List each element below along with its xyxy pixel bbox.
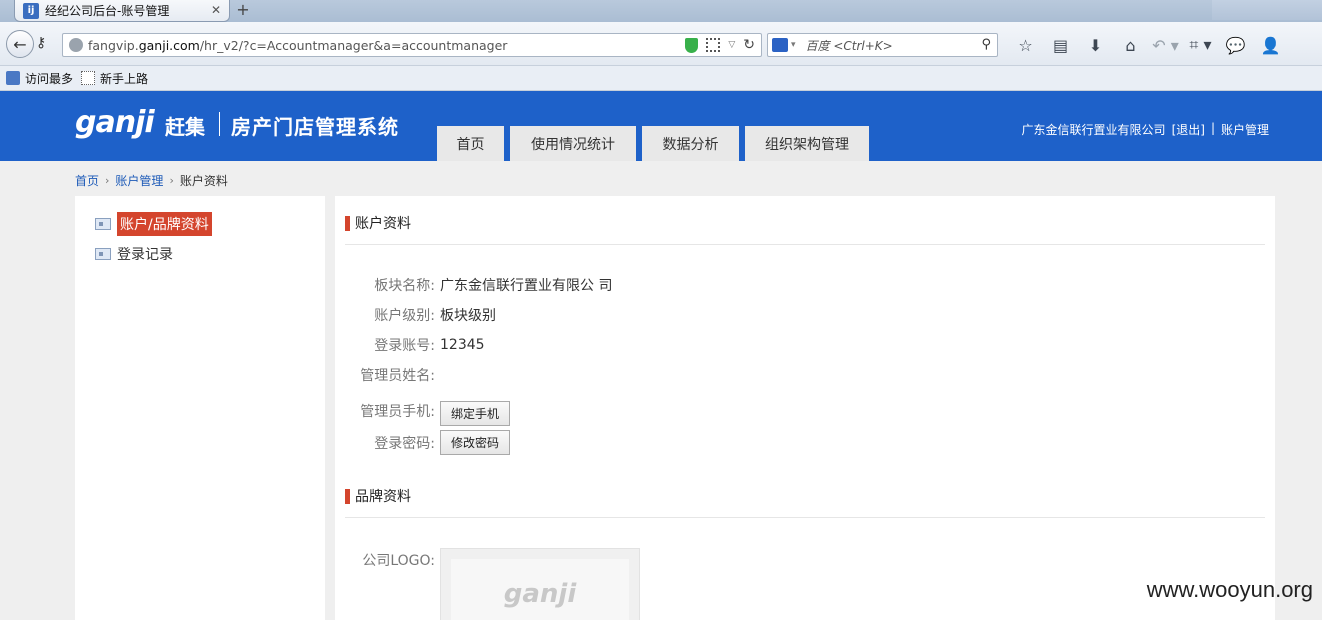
breadcrumb-separator: › [169, 174, 174, 187]
tab-home[interactable]: 首页 [437, 126, 504, 161]
sidebar-item-label: 登录记录 [117, 247, 173, 263]
user-icon[interactable]: 👤 [1253, 35, 1288, 55]
browser-tab-strip: ij 经纪公司后台-账号管理 ✕ + [0, 0, 1322, 22]
bookmarks-bar: 访问最多 新手上路 [0, 66, 1322, 91]
field-label: 公司LOGO: [362, 553, 435, 569]
new-tab-button[interactable]: + [236, 1, 250, 19]
window-controls-area [1212, 0, 1322, 20]
account-management-link[interactable]: 账户管理 [1221, 121, 1269, 138]
account-section-title: 账户资料 [345, 213, 411, 233]
logout-link[interactable]: [退出] [1172, 121, 1205, 138]
id-card-icon [95, 218, 111, 230]
search-bar[interactable]: ▾ 百度 <Ctrl+K> ⚲ [767, 33, 998, 57]
shield-icon[interactable] [685, 37, 699, 53]
site-favicon-icon: ij [23, 2, 39, 19]
address-bar[interactable]: fangvip.ganji.com/hr_v2/?c=Accountmanage… [62, 33, 762, 57]
watermark: www.wooyun.org [1146, 577, 1313, 602]
chevron-down-icon[interactable]: ▽ [728, 40, 735, 50]
field-login-account: 登录账号: 12345 [335, 335, 485, 355]
field-label: 登录密码: [374, 435, 435, 452]
star-icon[interactable]: ☆ [1008, 35, 1043, 55]
site-header: ganji 赶集 房产门店管理系统 首页 使用情况统计 数据分析 组织架构管理 … [0, 91, 1322, 161]
url-text[interactable]: fangvip.ganji.com/hr_v2/?c=Accountmanage… [88, 38, 507, 53]
change-password-button[interactable]: 修改密码 [440, 430, 511, 455]
breadcrumb-separator: › [105, 174, 110, 187]
key-icon[interactable]: ⚷ [36, 35, 54, 53]
login-icon [95, 248, 111, 260]
reload-icon[interactable]: ↻ [743, 37, 755, 53]
field-label: 账户级别: [374, 308, 435, 324]
system-title: 房产门店管理系统 [231, 115, 399, 139]
bookmark-most-visited[interactable]: 访问最多 [6, 70, 73, 87]
field-company-logo: 公司LOGO: [335, 550, 435, 570]
page-icon [81, 71, 96, 85]
field-value: 12345 [440, 337, 485, 353]
browser-navigation-bar: ← ⚷ fangvip.ganji.com/hr_v2/?c=Accountma… [0, 22, 1322, 66]
search-engine-dropdown-icon[interactable]: ▾ [791, 40, 796, 50]
field-block-name: 板块名称: 广东金信联行置业有限公 司 [335, 275, 612, 295]
back-button[interactable]: ← [6, 30, 34, 58]
ganji-logo[interactable]: ganji [75, 105, 155, 140]
sidebar-item-account-brand[interactable]: 账户/品牌资料 [95, 212, 212, 236]
bind-phone-button[interactable]: 绑定手机 [440, 401, 511, 426]
logo-placeholder: ganji [451, 559, 629, 620]
field-label: 管理员姓名: [360, 368, 435, 384]
field-value: 板块级别 [440, 308, 496, 324]
tab-organization[interactable]: 组织架构管理 [745, 126, 869, 161]
field-label: 登录账号: [374, 338, 435, 354]
globe-icon [69, 38, 83, 52]
chat-icon[interactable]: 💬 [1218, 35, 1253, 55]
field-label: 管理员手机: [360, 403, 435, 420]
field-account-level: 账户级别: 板块级别 [335, 305, 496, 325]
home-icon[interactable]: ⌂ [1113, 35, 1148, 55]
section-divider [345, 244, 1265, 245]
search-icon[interactable]: ⚲ [981, 37, 991, 52]
download-icon[interactable]: ⬇ [1078, 35, 1113, 55]
breadcrumb-current: 账户资料 [179, 174, 228, 188]
close-tab-icon[interactable]: ✕ [211, 3, 221, 17]
field-admin-name: 管理员姓名: [335, 365, 435, 385]
breadcrumb: 首页 › 账户管理 › 账户资料 [75, 172, 228, 189]
sidebar-item-login-records[interactable]: 登录记录 [95, 244, 173, 264]
header-user-area: 广东金信联行置业有限公司 [退出] | 账户管理 [1022, 121, 1269, 138]
brand-section-title: 品牌资料 [345, 486, 411, 506]
field-login-password: 登录密码: 修改密码 [335, 430, 511, 455]
header-divider: | [1210, 121, 1215, 135]
tab-title: 经纪公司后台-账号管理 [45, 4, 170, 18]
field-label: 板块名称: [374, 278, 435, 294]
section-divider [345, 517, 1265, 518]
breadcrumb-account[interactable]: 账户管理 [115, 172, 163, 189]
sidebar-item-label: 账户/品牌资料 [117, 212, 212, 236]
crop-icon[interactable]: ⌗ ▾ [1183, 35, 1218, 55]
bookmark-folder-icon [6, 71, 20, 85]
search-input[interactable]: 百度 <Ctrl+K> [806, 37, 893, 54]
bookmark-getting-started[interactable]: 新手上路 [81, 70, 148, 87]
company-logo-image[interactable]: ganji [440, 548, 640, 620]
company-name: 广东金信联行置业有限公司 [1021, 123, 1166, 137]
logo-chinese: 赶集 [165, 115, 205, 139]
browser-tab[interactable]: ij 经纪公司后台-账号管理 ✕ [14, 0, 230, 22]
main-nav: 首页 使用情况统计 数据分析 组织架构管理 [437, 126, 869, 161]
field-value: 广东金信联行置业有限公 司 [440, 278, 613, 294]
main-content: 账户资料 板块名称: 广东金信联行置业有限公 司 账户级别: 板块级别 登录账号… [335, 196, 1275, 620]
baidu-paw-icon[interactable] [772, 38, 788, 52]
tab-data-analysis[interactable]: 数据分析 [642, 126, 739, 161]
qr-code-icon[interactable] [706, 38, 721, 52]
undo-icon[interactable]: ↶ ▾ [1148, 35, 1183, 55]
field-admin-phone: 管理员手机: 绑定手机 [335, 395, 511, 426]
logo-divider [219, 112, 220, 136]
sidebar: 账户/品牌资料 登录记录 [75, 196, 325, 620]
tab-usage-statistics[interactable]: 使用情况统计 [510, 126, 636, 161]
clipboard-icon[interactable]: ▤ [1043, 35, 1078, 55]
breadcrumb-home[interactable]: 首页 [75, 172, 99, 189]
